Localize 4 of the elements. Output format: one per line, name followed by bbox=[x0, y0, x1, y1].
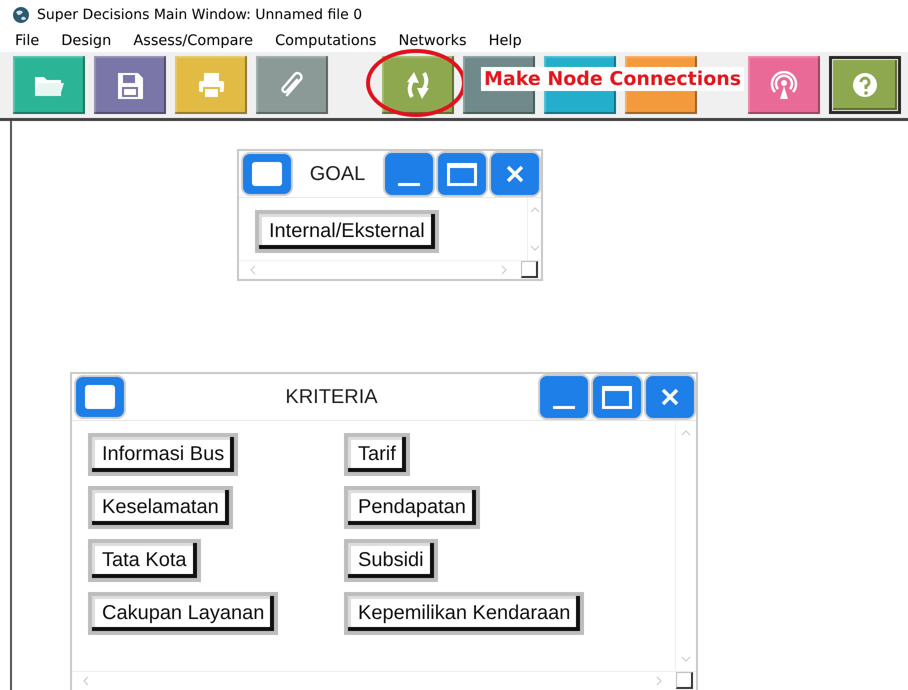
cluster-title: GOAL bbox=[308, 162, 366, 186]
cluster-title: KRITERIA bbox=[284, 386, 379, 408]
tooltip: Make Node Connections bbox=[481, 67, 744, 91]
window-title: Super Decisions Main Window: Unnamed file 0 bbox=[37, 7, 362, 23]
